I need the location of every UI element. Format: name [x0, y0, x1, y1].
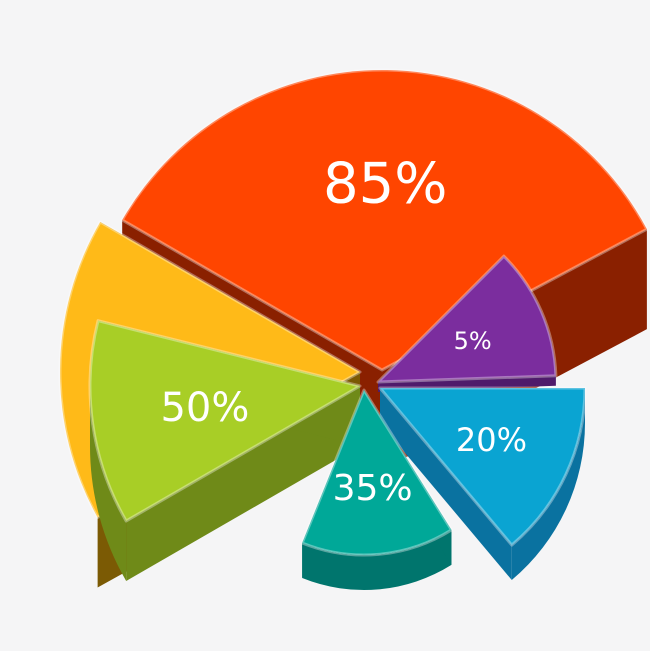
slice-layer: 85%5%65%20%50%35% [58, 68, 649, 590]
slice-label-20: 20% [456, 421, 527, 459]
exploded-3d-pie-chart: 85%5%65%20%50%35% [0, 0, 650, 651]
slice-label-85: 85% [323, 152, 447, 217]
pie-chart-svg: 85%5%65%20%50%35% [58, 68, 649, 590]
slice-label-35: 35% [333, 468, 413, 509]
slice-label-50: 50% [160, 385, 249, 431]
slice-label-5: 5% [454, 327, 492, 355]
